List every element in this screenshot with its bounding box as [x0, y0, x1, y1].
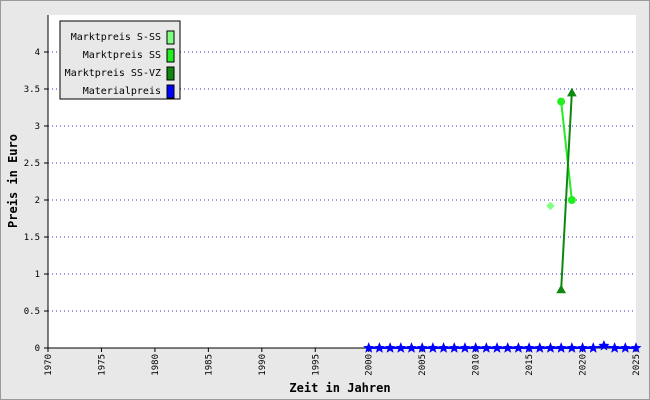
y-tick-label: 1 — [35, 270, 40, 280]
y-tick-label: 2 — [35, 196, 40, 206]
legend-label: Marktpreis S-SS — [71, 32, 161, 43]
legend-swatch — [166, 66, 175, 81]
y-tick-label: 0.5 — [24, 307, 40, 317]
y-tick-label: 1.5 — [24, 233, 40, 243]
y-axis-title: Preis in Euro — [6, 134, 20, 228]
x-tick-label: 2020 — [579, 354, 589, 376]
y-tick-label: 0 — [35, 344, 40, 354]
data-point — [567, 196, 576, 204]
data-point — [557, 97, 566, 106]
x-tick-label: 1995 — [311, 354, 321, 376]
legend-label: Marktpreis SS — [83, 50, 161, 61]
chart-svg: 00.511.522.533.54 1970 1975 1980 1985 1990 19… — [6, 15, 642, 395]
legend-label: Marktpreis SS-VZ — [65, 68, 161, 79]
legend-swatch — [166, 84, 175, 99]
x-tick-label: 1970 — [44, 354, 54, 376]
x-tick-label: 2025 — [632, 354, 642, 376]
x-axis-title: Zeit in Jahren — [289, 381, 390, 395]
y-tick-label: 4 — [35, 48, 40, 58]
y-tick-labels: 0 0.5 1 1.5 2 2.5 3 3.5 4 — [24, 48, 48, 354]
legend-swatch — [166, 30, 175, 45]
y-tick-label: 3 — [35, 122, 40, 132]
x-tick-label: 1975 — [97, 354, 107, 376]
x-tick-label: 2010 — [472, 354, 482, 376]
x-tick-label: 2000 — [365, 354, 375, 376]
x-tick-label: 1980 — [151, 354, 161, 376]
legend-label: Materialpreis — [83, 86, 161, 97]
legend: Marktpreis S-SS Marktpreis SS Marktpreis S… — [59, 20, 181, 100]
x-tick-label: 1990 — [258, 354, 268, 376]
x-tick-label: 1985 — [204, 354, 214, 376]
y-tick-label: 2.5 — [24, 159, 40, 169]
x-tick-labels: 1970 1975 1980 1985 1990 1995 2000 2005 2010 2015… — [44, 348, 642, 376]
y-tick-label: 3.5 — [24, 85, 40, 95]
x-tick-label: 2005 — [418, 354, 428, 376]
legend-swatch — [166, 48, 175, 63]
x-tick-label: 2015 — [525, 354, 535, 376]
